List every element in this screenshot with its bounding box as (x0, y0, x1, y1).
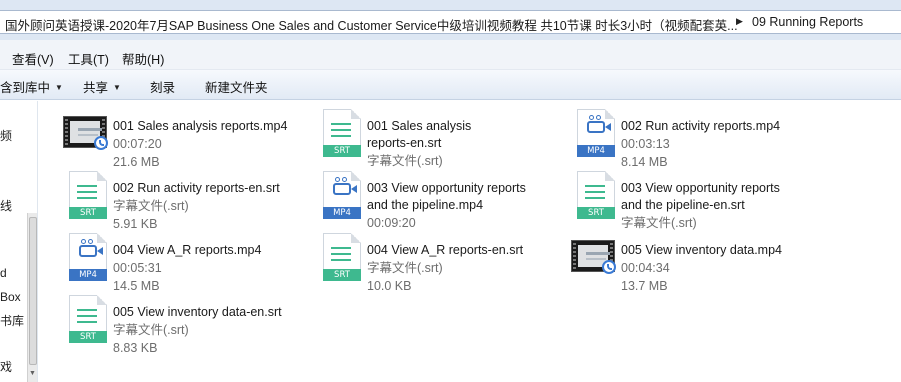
srt-file-icon: SRT (315, 233, 361, 285)
file-duration: 00:05:31 (113, 261, 162, 275)
file-item[interactable]: SRT 004 View A_R reports-en.srt 字幕文件(.sr… (315, 233, 555, 293)
file-type: 字幕文件(.srt) (367, 154, 443, 168)
file-name: 004 View A_R reports-en.srt (367, 243, 524, 257)
file-item[interactable]: 001 Sales analysis reports.mp4 00:07:20 … (61, 109, 301, 169)
file-duration: 00:03:13 (621, 137, 670, 151)
nav-item-fragment[interactable]: 频 (0, 127, 12, 144)
nav-item-fragment[interactable]: 书库 (0, 312, 24, 329)
share-label: 共享 (83, 81, 109, 95)
file-duration: 00:09:20 (367, 216, 416, 230)
nav-scrollbar[interactable]: ▼ (27, 213, 37, 382)
navigation-pane[interactable]: 频 线 d Box 书库 戏 ▼ (0, 101, 38, 382)
file-size: 13.7 MB (621, 279, 668, 293)
video-thumbnail-icon (569, 233, 616, 285)
file-type: 字幕文件(.srt) (113, 323, 189, 337)
include-in-library-button[interactable]: 含到库中 ▼ (0, 77, 63, 96)
srt-file-icon: SRT (61, 171, 107, 223)
file-duration: 00:04:34 (621, 261, 670, 275)
file-name: 001 Sales analysis reports.mp4 (113, 119, 288, 133)
file-item[interactable]: MP4 003 View opportunity reports and the… (315, 171, 555, 230)
file-type: 字幕文件(.srt) (113, 199, 189, 213)
file-item[interactable]: 005 View inventory data.mp4 00:04:34 13.… (569, 233, 809, 293)
menu-view[interactable]: 查看(V) (12, 49, 54, 68)
file-size: 8.14 MB (621, 155, 668, 169)
address-field[interactable]: 国外顾问英语授课-2020年7月SAP Business One Sales a… (0, 10, 901, 34)
chevron-down-icon: ▼ (55, 83, 63, 92)
file-size: 14.5 MB (113, 279, 160, 293)
include-in-library-label: 含到库中 (0, 81, 51, 95)
breadcrumb-current-folder[interactable]: 09 Running Reports (752, 15, 863, 29)
burn-button[interactable]: 刻录 (150, 77, 175, 96)
file-name: 004 View A_R reports.mp4 (113, 243, 262, 257)
file-item[interactable]: MP4 002 Run activity reports.mp4 00:03:1… (569, 109, 809, 169)
srt-file-icon: SRT (315, 109, 361, 161)
nav-item-fragment[interactable]: 线 (0, 197, 12, 214)
player-badge-icon (602, 260, 616, 274)
menu-tools[interactable]: 工具(T) (68, 49, 109, 68)
file-name: 003 View opportunity reports and the pip… (621, 181, 780, 212)
breadcrumb-arrow-icon[interactable]: ▶ (736, 16, 743, 27)
file-duration: 00:07:20 (113, 137, 162, 151)
command-toolbar: 含到库中 ▼ 共享 ▼ 刻录 新建文件夹 (0, 70, 901, 100)
nav-item-fragment[interactable]: 戏 (0, 358, 12, 375)
file-name: 002 Run activity reports-en.srt (113, 181, 280, 195)
file-item[interactable]: SRT 001 Sales analysis reports-en.srt 字幕… (315, 109, 555, 168)
scroll-down-arrow-icon[interactable]: ▼ (29, 370, 36, 377)
file-name: 001 Sales analysis reports-en.srt (367, 119, 472, 150)
nav-item-fragment[interactable]: d (0, 266, 7, 280)
file-item[interactable]: SRT 002 Run activity reports-en.srt 字幕文件… (61, 171, 301, 231)
video-thumbnail-icon (61, 109, 108, 161)
address-path[interactable]: 国外顾问英语授课-2020年7月SAP Business One Sales a… (5, 15, 738, 34)
menu-bar: 查看(V) 工具(T) 帮助(H) (0, 40, 901, 70)
player-badge-icon (94, 136, 108, 150)
chevron-down-icon: ▼ (113, 83, 121, 92)
file-name: 003 View opportunity reports and the pip… (367, 181, 526, 212)
file-size: 10.0 KB (367, 279, 412, 293)
mp4-file-icon: MP4 (569, 109, 615, 161)
address-bar: 国外顾问英语授课-2020年7月SAP Business One Sales a… (0, 0, 901, 40)
file-type: 字幕文件(.srt) (367, 261, 443, 275)
file-item[interactable]: SRT 003 View opportunity reports and the… (569, 171, 809, 230)
nav-scrollbar-thumb[interactable] (29, 217, 37, 365)
file-item[interactable]: MP4 004 View A_R reports.mp4 00:05:31 14… (61, 233, 301, 293)
mp4-file-icon: MP4 (61, 233, 107, 285)
file-size: 8.83 KB (113, 341, 158, 355)
menu-help[interactable]: 帮助(H) (122, 49, 164, 68)
file-size: 5.91 KB (113, 217, 158, 231)
file-list[interactable]: 001 Sales analysis reports.mp4 00:07:20 … (39, 101, 901, 382)
srt-file-icon: SRT (569, 171, 615, 223)
share-button[interactable]: 共享 ▼ (83, 77, 121, 96)
nav-item-fragment[interactable]: Box (0, 290, 21, 304)
file-name: 002 Run activity reports.mp4 (621, 119, 781, 133)
new-folder-button[interactable]: 新建文件夹 (205, 77, 268, 96)
srt-file-icon: SRT (61, 295, 107, 347)
mp4-file-icon: MP4 (315, 171, 361, 223)
file-type: 字幕文件(.srt) (621, 216, 697, 230)
file-name: 005 View inventory data-en.srt (113, 305, 282, 319)
file-size: 21.6 MB (113, 155, 160, 169)
file-name: 005 View inventory data.mp4 (621, 243, 782, 257)
file-item[interactable]: SRT 005 View inventory data-en.srt 字幕文件(… (61, 295, 301, 355)
